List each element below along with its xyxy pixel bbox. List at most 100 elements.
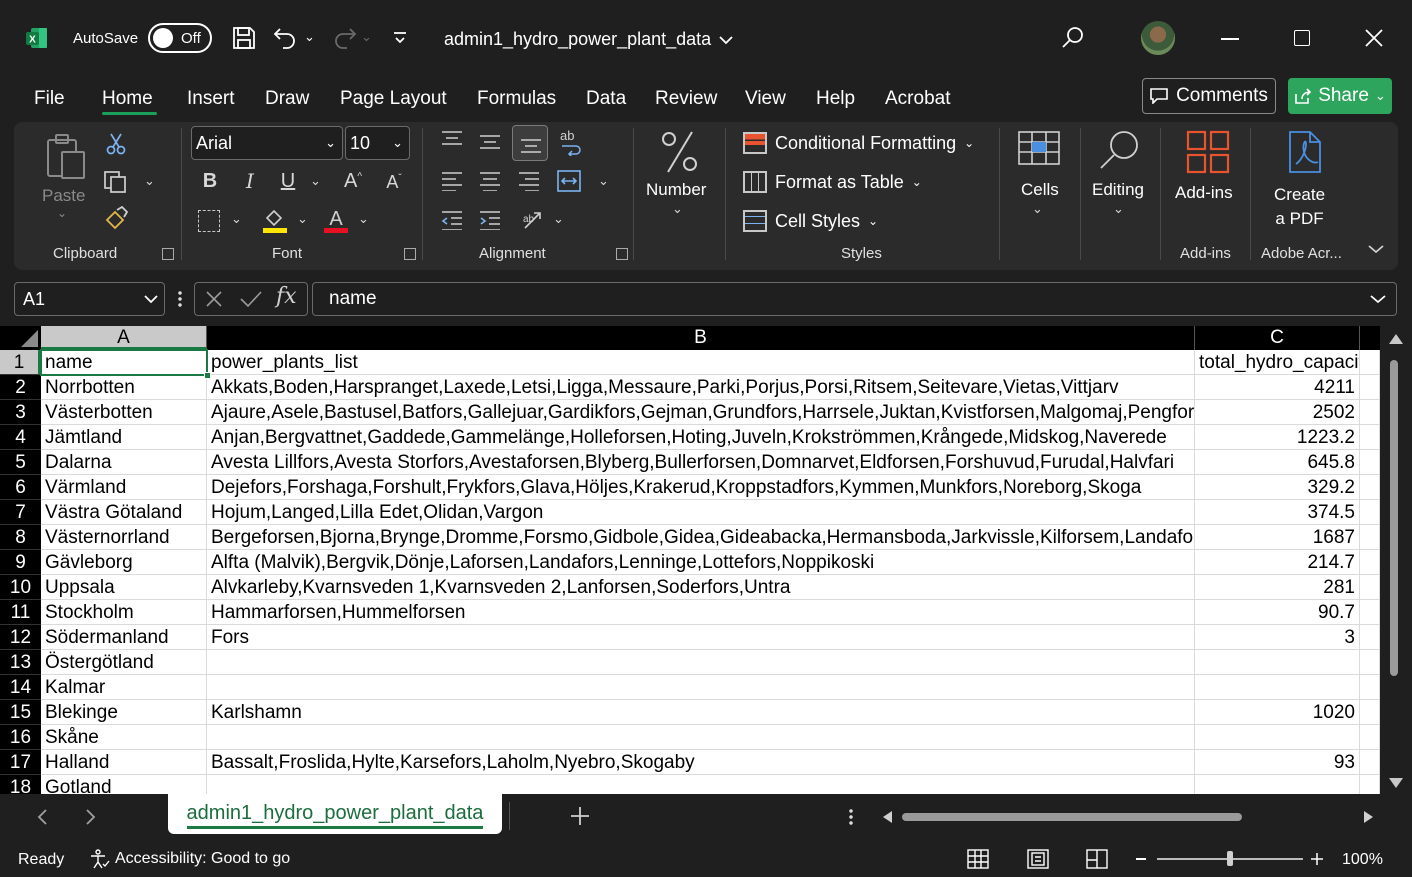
format-as-table-button[interactable]: Format as Table ⌄: [743, 171, 922, 193]
spreadsheet-grid[interactable]: A B C 1 name power_plants_list total_hydro_…: [0, 326, 1380, 794]
add-ins-button[interactable]: Add-ins: [1175, 183, 1233, 203]
cell-C14[interactable]: [1195, 675, 1360, 700]
tab-file[interactable]: File: [34, 88, 65, 110]
merge-center-icon[interactable]: [557, 170, 581, 192]
orientation-dropdown-icon[interactable]: ⌄: [553, 212, 564, 225]
increase-font-icon[interactable]: A^: [340, 171, 366, 191]
zoom-slider-thumb[interactable]: [1227, 851, 1233, 866]
cell-D3[interactable]: [1360, 400, 1380, 425]
cell-D7[interactable]: [1360, 500, 1380, 525]
cells-button[interactable]: Cells: [1021, 180, 1059, 200]
cell-C18[interactable]: [1195, 775, 1360, 794]
column-header-c[interactable]: C: [1195, 326, 1360, 350]
cell-A13[interactable]: Östergötland: [41, 650, 207, 675]
cell-D14[interactable]: [1360, 675, 1380, 700]
formula-bar-grip-icon[interactable]: [178, 290, 182, 308]
share-button[interactable]: Share ⌄: [1288, 78, 1392, 114]
wrap-text-icon[interactable]: ab: [558, 128, 584, 158]
tab-view[interactable]: View: [745, 88, 786, 110]
cell-D8[interactable]: [1360, 525, 1380, 550]
cell-A3[interactable]: Västerbotten: [41, 400, 207, 425]
cell-B5[interactable]: Avesta Lillfors,Avesta Storfors,Avestafo…: [207, 450, 1195, 475]
paste-icon[interactable]: [44, 132, 88, 182]
scroll-down-icon[interactable]: [1389, 778, 1403, 788]
cells-dropdown-icon[interactable]: ⌄: [1032, 202, 1043, 215]
cell-D11[interactable]: [1360, 600, 1380, 625]
cell-B10[interactable]: Alvkarleby,Kvarnsveden 1,Kvarnsveden 2,L…: [207, 575, 1195, 600]
cut-icon[interactable]: [105, 132, 127, 156]
number-format-icon[interactable]: [660, 130, 700, 174]
cell-B16[interactable]: [207, 725, 1195, 750]
cell-D15[interactable]: [1360, 700, 1380, 725]
cell-D6[interactable]: [1360, 475, 1380, 500]
editing-dropdown-icon[interactable]: ⌄: [1113, 202, 1124, 215]
cell-B2[interactable]: Akkats,Boden,Harspranget,Laxede,Letsi,Li…: [207, 375, 1195, 400]
cell-A2[interactable]: Norrbotten: [41, 375, 207, 400]
editing-search-icon[interactable]: [1098, 128, 1142, 172]
cell-D18[interactable]: [1360, 775, 1380, 794]
cell-D4[interactable]: [1360, 425, 1380, 450]
cell-A16[interactable]: Skåne: [41, 725, 207, 750]
row-header[interactable]: 1: [0, 350, 41, 375]
cell-B12[interactable]: Fors: [207, 625, 1195, 650]
align-bottom-icon[interactable]: [512, 125, 548, 161]
align-top-icon[interactable]: [441, 130, 463, 150]
cell-C15[interactable]: 1020: [1195, 700, 1360, 725]
zoom-slider[interactable]: [1157, 851, 1303, 866]
cell-C7[interactable]: 374.5: [1195, 500, 1360, 525]
cell-A12[interactable]: Södermanland: [41, 625, 207, 650]
row-header[interactable]: 8: [0, 525, 41, 550]
alignment-launcher-icon[interactable]: [616, 248, 628, 260]
name-box[interactable]: A1: [14, 282, 165, 316]
borders-dropdown-icon[interactable]: ⌄: [231, 212, 242, 225]
cell-A5[interactable]: Dalarna: [41, 450, 207, 475]
cell-B17[interactable]: Bassalt,Froslida,Hylte,Karsefors,Laholm,…: [207, 750, 1195, 775]
cell-A7[interactable]: Västra Götaland: [41, 500, 207, 525]
tab-acrobat[interactable]: Acrobat: [885, 88, 950, 110]
cell-C11[interactable]: 90.7: [1195, 600, 1360, 625]
merge-dropdown-icon[interactable]: ⌄: [598, 174, 609, 187]
align-center-icon[interactable]: [479, 171, 501, 192]
fill-color-icon[interactable]: [262, 206, 288, 234]
align-right-icon[interactable]: [518, 171, 540, 192]
italic-icon[interactable]: I: [240, 171, 260, 191]
cell-C13[interactable]: [1195, 650, 1360, 675]
cell-B15[interactable]: Karlshamn: [207, 700, 1195, 725]
more-options-icon[interactable]: [849, 808, 853, 826]
formula-input[interactable]: name: [312, 282, 1397, 316]
column-header-b[interactable]: B: [207, 326, 1195, 350]
row-header[interactable]: 14: [0, 675, 41, 700]
vertical-scrollbar[interactable]: [1380, 326, 1412, 794]
column-header-d[interactable]: [1360, 326, 1380, 350]
cell-A9[interactable]: Gävleborg: [41, 550, 207, 575]
row-header[interactable]: 7: [0, 500, 41, 525]
row-header[interactable]: 6: [0, 475, 41, 500]
cell-B18[interactable]: [207, 775, 1195, 794]
normal-view-icon[interactable]: [967, 849, 989, 869]
align-middle-icon[interactable]: [479, 132, 501, 152]
font-size-select[interactable]: 10 ⌄: [345, 126, 410, 160]
tab-data[interactable]: Data: [586, 88, 626, 110]
zoom-in-icon[interactable]: [1311, 852, 1323, 865]
cell-B7[interactable]: Hojum,Langed,Lilla Edet,Olidan,Vargon: [207, 500, 1195, 525]
cell-C5[interactable]: 645.8: [1195, 450, 1360, 475]
maximize-icon[interactable]: [1294, 30, 1310, 46]
expand-formula-icon[interactable]: [1370, 294, 1386, 304]
avatar[interactable]: [1141, 21, 1175, 55]
save-icon[interactable]: [231, 25, 257, 51]
row-header[interactable]: 9: [0, 550, 41, 575]
sheet-tab-active[interactable]: admin1_hydro_power_plant_data: [168, 794, 502, 834]
copy-icon[interactable]: [103, 170, 129, 194]
cell-D17[interactable]: [1360, 750, 1380, 775]
row-header[interactable]: 13: [0, 650, 41, 675]
cell-styles-button[interactable]: Cell Styles ⌄: [743, 210, 878, 232]
decrease-indent-icon[interactable]: [441, 210, 463, 231]
row-header[interactable]: 18: [0, 775, 41, 794]
zoom-level[interactable]: 100%: [1342, 851, 1383, 869]
row-header[interactable]: 10: [0, 575, 41, 600]
underline-dropdown-icon[interactable]: ⌄: [310, 174, 321, 187]
cell-C1[interactable]: total_hydro_capacity: [1195, 350, 1360, 375]
conditional-formatting-button[interactable]: Conditional Formatting ⌄: [743, 132, 974, 154]
cell-C6[interactable]: 329.2: [1195, 475, 1360, 500]
font-launcher-icon[interactable]: [404, 248, 416, 260]
